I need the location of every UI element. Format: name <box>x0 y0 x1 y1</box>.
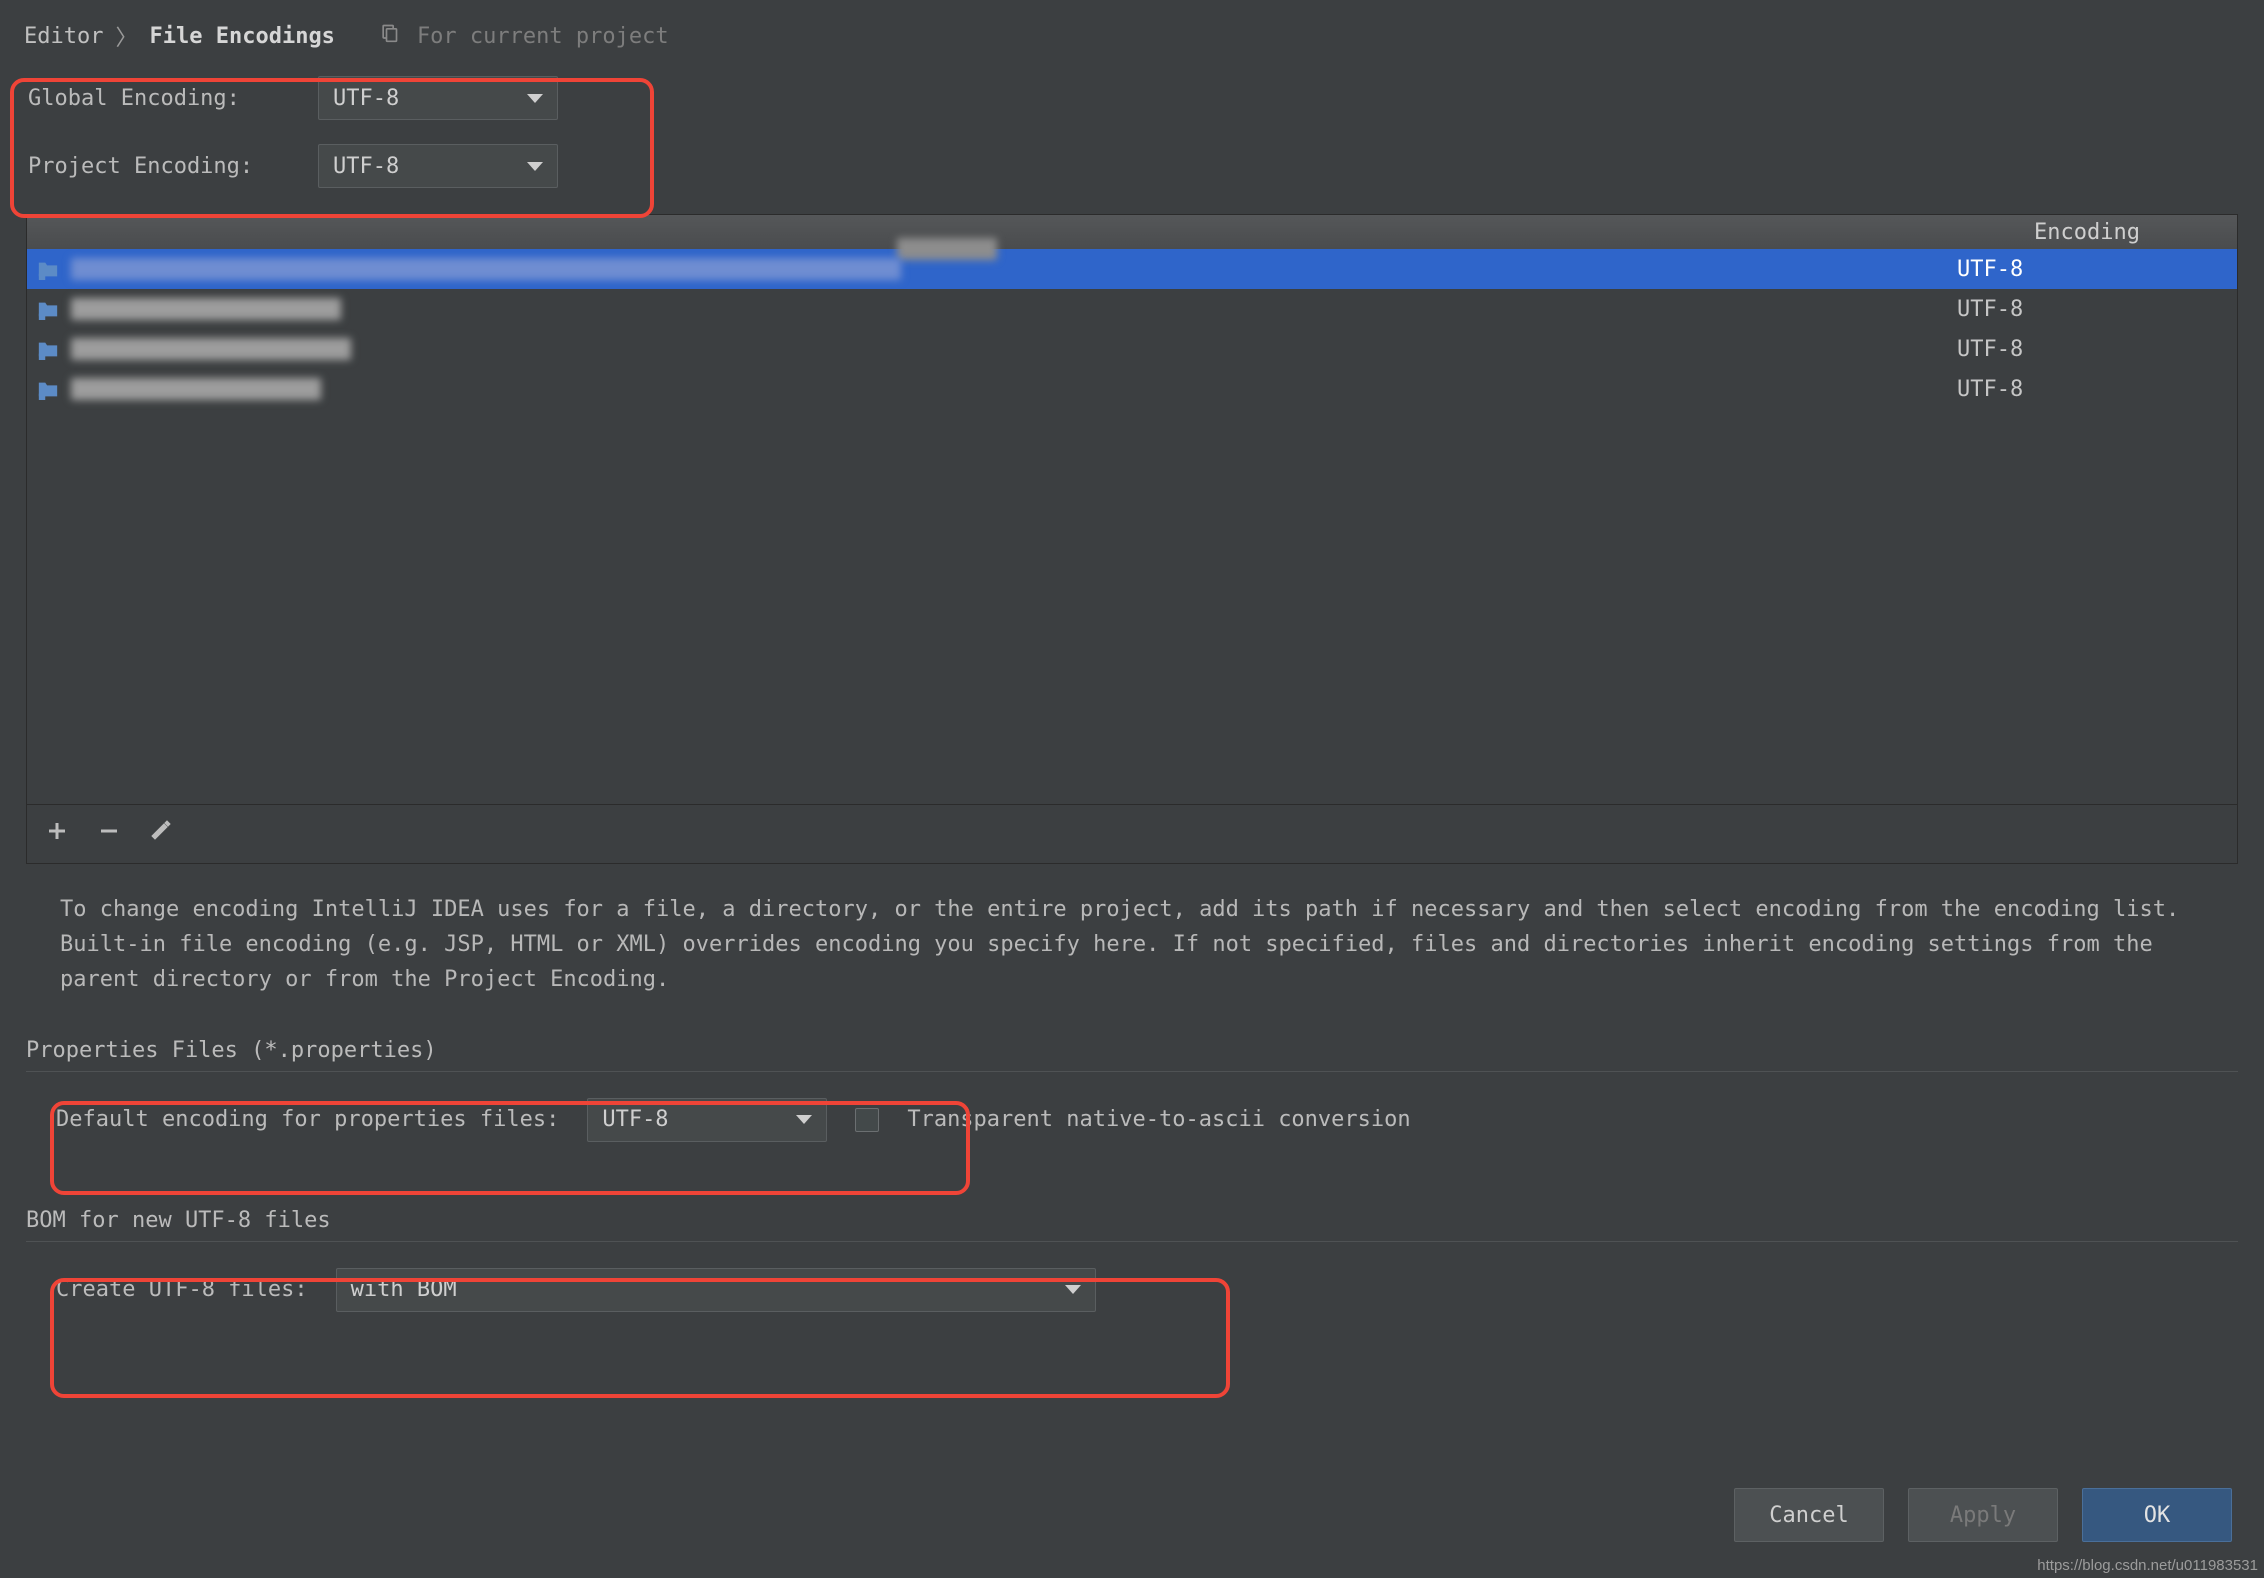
info-text: To change encoding IntelliJ IDEA uses fo… <box>60 892 2204 998</box>
remove-button[interactable] <box>97 819 121 849</box>
properties-encoding-label: Default encoding for properties files: <box>56 1107 559 1132</box>
table-row[interactable]: UTF-8 <box>27 289 2237 329</box>
redacted-header <box>897 238 997 260</box>
project-encoding-value: UTF-8 <box>333 154 399 179</box>
bom-combo[interactable]: with BOM <box>336 1268 1096 1312</box>
table-row[interactable]: UTF-8 <box>27 249 2237 289</box>
folder-icon <box>37 298 59 320</box>
breadcrumb-root[interactable]: Editor <box>24 24 103 49</box>
bom-section-title: BOM for new UTF-8 files <box>26 1208 2238 1233</box>
encoding-table: Encoding UTF-8 UTF-8 UTF-8 UTF-8 <box>26 214 2238 864</box>
chevron-down-icon <box>1065 1285 1081 1294</box>
folder-icon <box>37 338 59 360</box>
table-row[interactable]: UTF-8 <box>27 369 2237 409</box>
properties-encoding-value: UTF-8 <box>602 1107 668 1132</box>
chevron-down-icon <box>527 94 543 103</box>
watermark: https://blog.csdn.net/u011983531 <box>2037 1557 2258 1574</box>
global-encoding-value: UTF-8 <box>333 86 399 111</box>
chevron-down-icon <box>527 162 543 171</box>
encoding-cell[interactable]: UTF-8 <box>1937 257 2237 282</box>
transparent-ascii-label: Transparent native-to-ascii conversion <box>907 1107 1410 1132</box>
redacted-path <box>71 298 341 320</box>
breadcrumb-scope: For current project <box>417 24 669 49</box>
redacted-path <box>71 258 901 280</box>
project-encoding-label: Project Encoding: <box>28 154 318 179</box>
breadcrumb-separator: 〉 <box>115 20 137 52</box>
transparent-ascii-checkbox[interactable] <box>855 1108 879 1132</box>
edit-button[interactable] <box>149 819 173 849</box>
global-encoding-label: Global Encoding: <box>28 86 318 111</box>
chevron-down-icon <box>796 1115 812 1124</box>
column-header-encoding[interactable]: Encoding <box>1937 220 2237 245</box>
encoding-cell[interactable]: UTF-8 <box>1937 377 2237 402</box>
project-encoding-combo[interactable]: UTF-8 <box>318 144 558 188</box>
redacted-path <box>71 378 321 400</box>
encoding-cell[interactable]: UTF-8 <box>1937 337 2237 362</box>
breadcrumb: Editor 〉 File Encodings For current proj… <box>0 0 2264 70</box>
breadcrumb-leaf: File Encodings <box>150 24 335 49</box>
folder-icon <box>37 258 59 280</box>
apply-button[interactable]: Apply <box>1908 1488 2058 1542</box>
bom-value: with BOM <box>351 1277 457 1302</box>
copy-icon <box>379 23 399 49</box>
encoding-cell[interactable]: UTF-8 <box>1937 297 2237 322</box>
folder-icon <box>37 378 59 400</box>
bom-label: Create UTF-8 files: <box>56 1277 308 1302</box>
redacted-path <box>71 338 351 360</box>
ok-button[interactable]: OK <box>2082 1488 2232 1542</box>
add-button[interactable] <box>45 819 69 849</box>
global-encoding-combo[interactable]: UTF-8 <box>318 76 558 120</box>
properties-encoding-combo[interactable]: UTF-8 <box>587 1098 827 1142</box>
table-row[interactable]: UTF-8 <box>27 329 2237 369</box>
cancel-button[interactable]: Cancel <box>1734 1488 1884 1542</box>
properties-section-title: Properties Files (*.properties) <box>26 1038 2238 1063</box>
